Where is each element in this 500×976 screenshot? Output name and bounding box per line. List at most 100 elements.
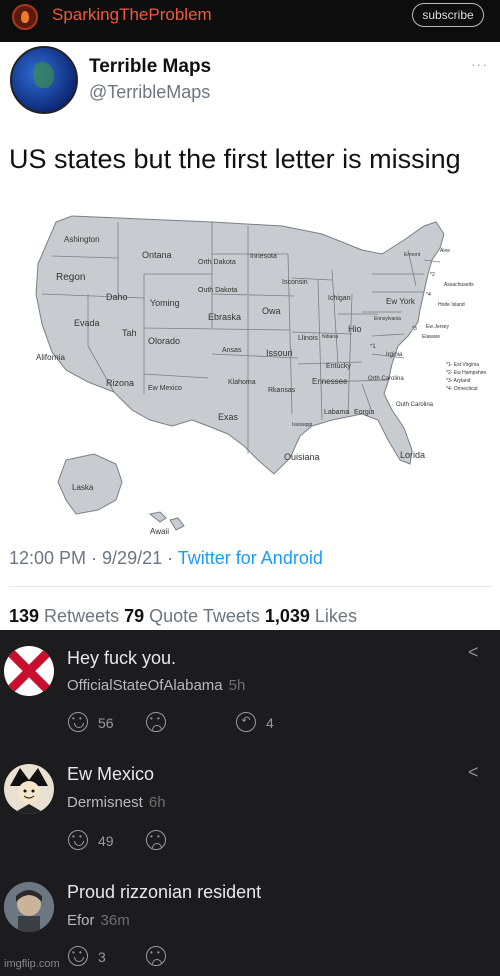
legend-entry-4: *4- Onnecticut: [446, 386, 478, 392]
quotes-stat[interactable]: 79 Quote Tweets: [124, 606, 265, 626]
state-label-ga: Eorgia: [354, 409, 374, 416]
state-label-pa: Ennsylvania: [374, 316, 401, 322]
display-name[interactable]: Terrible Maps: [89, 56, 211, 78]
state-label-in: Ndiana: [322, 334, 338, 340]
state-label-va: Irginia: [386, 352, 403, 358]
state-label-de: Elaware: [422, 334, 440, 340]
state-label-ri: Hode Island: [438, 302, 465, 308]
state-label-vt: Ermont: [404, 252, 421, 258]
comment-username[interactable]: Dermisnest 6h: [67, 794, 166, 811]
avatar[interactable]: [10, 46, 78, 114]
react-frown-icon[interactable]: [146, 830, 166, 850]
state-label-la: Ouisiana: [284, 452, 320, 462]
comment-item: Ew Mexico Dermisnest6h < 49: [0, 756, 500, 866]
state-label-az: Rizona: [106, 378, 134, 388]
comment-text: Ew Mexico: [67, 764, 155, 784]
legend-entry-1: *1- Est Virginia: [446, 362, 479, 368]
tweet-meta: 12:00 PM · 9/29/21 · Twitter for Android: [9, 548, 323, 569]
state-label-ma: Assachusetts: [444, 282, 474, 288]
state-label-hi: Awaii: [150, 527, 169, 536]
state-label-nc: Orth Carolina: [368, 376, 404, 382]
state-label-al: Labama: [324, 409, 349, 416]
reply-icon[interactable]: ↶: [236, 712, 256, 732]
state-label-me: Aine: [440, 248, 450, 254]
state-label-oh: Hio: [348, 324, 362, 334]
share-icon[interactable]: <: [468, 762, 479, 783]
state-label-nd: Orth Dakota: [198, 259, 236, 266]
state-label-tn: Ennessee: [312, 377, 348, 386]
handle[interactable]: @TerribleMaps: [89, 82, 210, 103]
comment-item: Hey fuck you. OfficialStateOfAlabama 5h <…: [0, 636, 500, 746]
tweet-source-link[interactable]: Twitter for Android: [178, 548, 323, 568]
state-label-wy: Yoming: [150, 298, 180, 308]
state-label-ny: Ew York: [386, 297, 416, 306]
reaction-count: 56: [98, 715, 114, 731]
reply-count: 4: [266, 715, 274, 731]
subscribe-button[interactable]: subscribe: [412, 3, 484, 27]
tweet-time[interactable]: 12:00 PM · 9/29/21 ·: [9, 548, 178, 568]
reaction-count: 49: [98, 833, 114, 849]
state-label-ak: Laska: [72, 483, 94, 492]
comment-username[interactable]: Efor 36m: [67, 912, 130, 929]
watermark: imgflip.com: [4, 958, 60, 970]
state-label-fl: Lorida: [400, 450, 425, 460]
state-label-mi: Ichigan: [328, 295, 351, 302]
channel-name[interactable]: SparkingTheProblem: [52, 5, 212, 25]
state-label-ky: Entucky: [326, 363, 351, 370]
state-label-mo: Issouri: [266, 348, 293, 358]
legend-entry-2: *2- Ew Hampshire: [446, 370, 487, 376]
state-label-ms: Ississippi: [292, 422, 312, 428]
state-label-nm: Ew Mexico: [148, 385, 182, 392]
alabama-flag-avatar[interactable]: [4, 646, 54, 696]
state-label-ne: Ebraska: [208, 312, 241, 322]
retweets-stat[interactable]: 139 Retweets: [9, 606, 124, 626]
comment-text: Hey fuck you.: [67, 648, 177, 668]
state-label-tx: Exas: [218, 412, 239, 422]
state-label-sd: Outh Dakota: [198, 287, 237, 294]
user-photo-avatar[interactable]: [4, 882, 54, 932]
more-options-icon[interactable]: ···: [471, 56, 488, 72]
state-label-ia: Owa: [262, 306, 281, 316]
state-label-id: Daho: [106, 292, 128, 302]
state-label-nh: *2: [430, 272, 435, 278]
legend-entry-3: *3- Aryland: [446, 378, 471, 384]
react-smile-icon[interactable]: [68, 830, 88, 850]
react-frown-icon[interactable]: [146, 712, 166, 732]
divider: [9, 586, 491, 587]
comment-item: Proud rizzonian resident Efor36m 3: [0, 874, 500, 976]
share-icon[interactable]: <: [468, 642, 479, 663]
state-label-ks: Ansas: [222, 347, 242, 354]
channel-bar: SparkingTheProblem subscribe: [0, 0, 500, 42]
state-label-co: Olorado: [148, 336, 180, 346]
map-contiguous-us: [35, 215, 445, 475]
state-label-md: *3: [412, 326, 417, 332]
state-label-ar: Rkansas: [268, 387, 296, 394]
react-smile-icon[interactable]: [68, 946, 88, 966]
state-label-sc: Outh Carolina: [396, 402, 434, 408]
state-label-nv: Evada: [74, 318, 100, 328]
jester-avatar[interactable]: [4, 764, 54, 814]
react-frown-icon[interactable]: [146, 946, 166, 966]
state-label-ok: Klahoma: [228, 379, 256, 386]
react-smile-icon[interactable]: [68, 712, 88, 732]
state-label-il: Llinois: [298, 335, 318, 342]
state-label-wi: Isconsin: [282, 279, 308, 286]
state-label-ut: Tah: [122, 328, 137, 338]
state-label-mt: Ontana: [142, 250, 172, 260]
reaction-count: 3: [98, 949, 106, 965]
comment-username[interactable]: OfficialStateOfAlabama 5h: [67, 677, 245, 694]
comment-text: Proud rizzonian resident: [67, 882, 262, 902]
state-label-ca: Alifornia: [36, 353, 65, 362]
state-label-or: Regon: [56, 272, 85, 283]
state-label-ct: *4: [426, 292, 431, 298]
tweet-text: US states but the first letter is missin…: [9, 144, 461, 174]
state-label-mn: Innesota: [250, 253, 277, 260]
channel-logo-icon[interactable]: [12, 4, 38, 30]
state-label-wv: *1: [370, 344, 376, 350]
us-map: Ashington Regon Alifornia Evada Daho Ont…: [35, 215, 487, 536]
tweet-card: Terrible Maps @TerribleMaps ··· US state…: [0, 42, 500, 630]
state-label-nj: Ew Jersey: [426, 324, 450, 330]
state-label-wa: Ashington: [64, 235, 100, 244]
tweet-stats: 139 Retweets 79 Quote Tweets 1,039 Likes: [9, 606, 357, 627]
likes-stat[interactable]: 1,039 Likes: [265, 606, 357, 626]
